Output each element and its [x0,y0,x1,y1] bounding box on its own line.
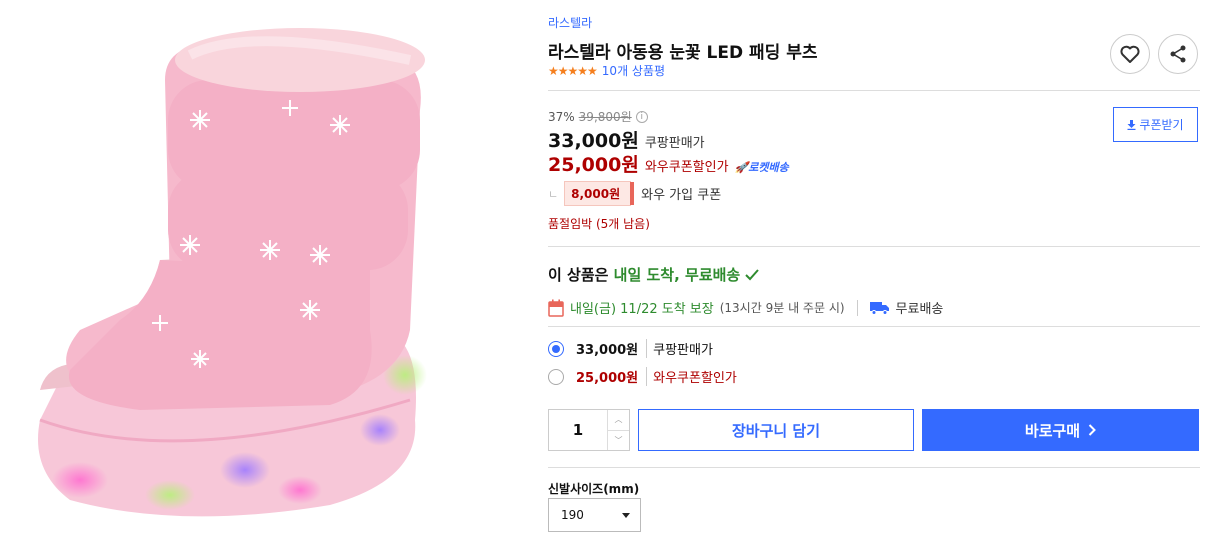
divider [548,467,1200,468]
original-price: 39,800원 [578,110,632,124]
size-selected-value: 190 [561,508,584,522]
divider [548,90,1200,91]
sale-price-label: 쿠팡판매가 [644,136,705,151]
divider [548,326,1200,327]
arrival-date: 내일(금) 11/22 도착 보장 [570,302,714,317]
delivery-headline: 이 상품은 내일 도착, 무료배송 [548,264,760,285]
chevron-right-icon [1088,424,1097,436]
share-button[interactable] [1158,34,1198,74]
radio-sale-price[interactable] [548,340,564,357]
calendar-icon [548,299,564,317]
download-icon [1127,119,1136,130]
check-icon [745,269,760,281]
buy-now-button[interactable]: 바로구매 [922,409,1199,451]
wow-price-row: 25,000원 와우쿠폰할인가 🚀로켓배송 [548,150,789,177]
share-icon [1170,45,1186,63]
discount-rate: 37% [548,109,575,124]
rocket-icon: 🚀 [734,161,749,174]
stock-notice: 품절임박 (5개 남음) [548,217,650,231]
option-price: 25,000원 [576,371,639,386]
wow-price: 25,000원 [548,154,639,176]
coupon-text: 와우 가입 쿠폰 [641,188,722,203]
divider [548,246,1200,247]
quantity-value[interactable]: 1 [549,410,607,450]
product-title: 라스텔라 아동용 눈꽃 LED 패딩 부츠 [548,43,818,63]
arrival-note: (13시간 9분 내 주문 시) [719,301,845,315]
size-option-label: 신발사이즈(mm) [548,482,640,496]
delivery-highlight: 내일 도착, 무료배송 [613,266,741,284]
product-image [0,0,450,543]
radio-wow-price[interactable] [548,368,564,385]
coupon-row: ㄴ 8,000원 와우 가입 쿠폰 [548,181,721,206]
coupon-amount-tag: 8,000원 [564,181,635,206]
wishlist-button[interactable] [1110,34,1150,74]
sale-price-row: 33,000원 쿠팡판매가 [548,126,705,153]
review-count-link[interactable]: 10개 상품평 [602,62,665,79]
heart-icon [1120,45,1140,63]
caret-down-icon [622,512,630,518]
info-icon[interactable]: i [635,110,648,123]
option-label: 쿠팡판매가 [646,339,713,358]
free-shipping-label: 무료배송 [895,302,944,317]
quantity-decrease-button[interactable]: ﹀ [608,429,629,451]
quantity-arrows: ︿ ﹀ [607,410,629,450]
download-coupon-button[interactable]: 쿠폰받기 [1113,107,1198,142]
quantity-stepper[interactable]: 1 ︿ ﹀ [548,409,630,451]
size-select[interactable]: 190 [548,498,641,532]
quantity-increase-button[interactable]: ︿ [608,410,629,430]
price-option-wow[interactable]: 25,000원 와우쿠폰할인가 [548,367,737,386]
option-label: 와우쿠폰할인가 [646,367,737,386]
add-to-cart-button[interactable]: 장바구니 담기 [638,409,914,451]
truck-icon [869,301,889,315]
chevron-down-icon: ﹀ [614,435,623,445]
option-price: 33,000원 [576,343,639,358]
separator [856,299,858,316]
brand-link[interactable]: 라스텔라 [548,14,592,31]
rocket-delivery-badge: 🚀로켓배송 [734,161,789,174]
discount-row: 37% 39,800원 i [548,108,648,125]
product-info-panel: 라스텔라 라스텔라 아동용 눈꽃 LED 패딩 부츠 ★★★★★ 10개 상품평… [548,0,1200,543]
rating-row: ★★★★★ 10개 상품평 [548,62,665,79]
price-option-sale[interactable]: 33,000원 쿠팡판매가 [548,339,713,358]
sale-price: 33,000원 [548,130,639,152]
buy-now-label: 바로구매 [1024,421,1081,440]
chevron-up-icon: ︿ [614,415,623,425]
star-rating: ★★★★★ [548,63,598,78]
wow-price-label: 와우쿠폰할인가 [644,160,729,175]
coupon-indent: ㄴ [548,187,559,201]
coupon-button-label: 쿠폰받기 [1139,118,1184,132]
delivery-row: 내일(금) 11/22 도착 보장 (13시간 9분 내 주문 시) 무료배송 [548,298,943,317]
